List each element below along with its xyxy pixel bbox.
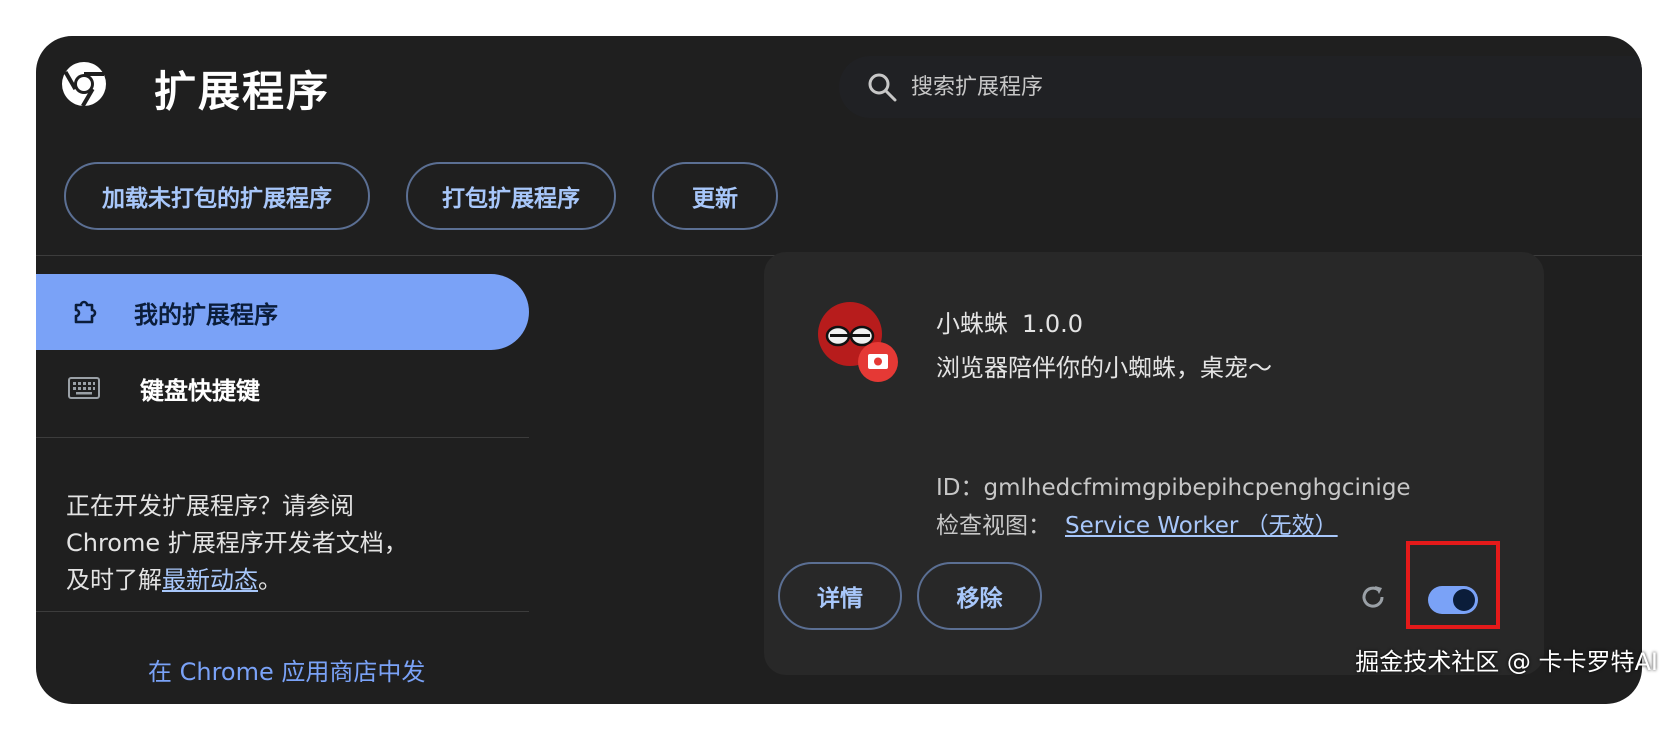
pack-extension-button[interactable]: 打包扩展程序	[406, 162, 616, 230]
page-title: 扩展程序	[154, 67, 331, 116]
details-button[interactable]: 详情	[778, 562, 902, 630]
sidebar-item-label: 我的扩展程序	[134, 300, 278, 329]
extension-id: ID：gmlhedcfmimgpibepihcpenghgcinige	[936, 475, 1411, 501]
search-icon	[868, 73, 897, 102]
reload-icon[interactable]	[1358, 582, 1388, 612]
inspect-views: 检查视图： Service Worker （无效）	[936, 513, 1338, 539]
web-store-link[interactable]: 在 Chrome 应用商店中发	[148, 652, 425, 687]
sidebar-divider	[36, 437, 529, 438]
highlight-annotation	[1406, 541, 1500, 629]
sidebar-divider	[36, 611, 529, 612]
sidebar-item-label: 键盘快捷键	[140, 376, 260, 405]
chrome-logo-icon	[62, 62, 106, 108]
puzzle-icon	[74, 300, 97, 324]
watermark: 掘金技术社区 @ 卡卡罗特AI	[1355, 648, 1658, 676]
sidebar-item-my-extensions[interactable]: 我的扩展程序	[36, 274, 529, 350]
spider-face-icon	[818, 302, 898, 382]
load-unpacked-button[interactable]: 加载未打包的扩展程序	[64, 162, 370, 230]
sidebar-item-keyboard-shortcuts[interactable]: 键盘快捷键	[36, 350, 529, 426]
extension-version: 1.0.0	[1022, 310, 1084, 338]
developer-info: 正在开发扩展程序？请参阅 Chrome 扩展程序开发者文档， 及时了解最新动态。	[66, 492, 408, 594]
extension-description: 浏览器陪伴你的小蜘蛛，桌宠～	[936, 354, 1272, 382]
extension-title: 小蛛蛛 1.0.0	[936, 304, 1083, 339]
latest-news-link[interactable]: 最新动态	[162, 566, 258, 594]
keyboard-icon	[68, 377, 100, 399]
service-worker-link[interactable]: Service Worker （无效）	[1065, 513, 1338, 539]
update-button[interactable]: 更新	[652, 162, 778, 230]
extension-name: 小蛛蛛	[936, 310, 1008, 338]
search-input[interactable]	[909, 73, 1513, 101]
search-bar[interactable]	[839, 56, 1642, 118]
remove-button[interactable]: 移除	[917, 562, 1042, 630]
extensions-window: 扩展程序 加载未打包的扩展程序 打包扩展程序 更新 我的扩展程序 键盘快捷键	[36, 36, 1642, 704]
